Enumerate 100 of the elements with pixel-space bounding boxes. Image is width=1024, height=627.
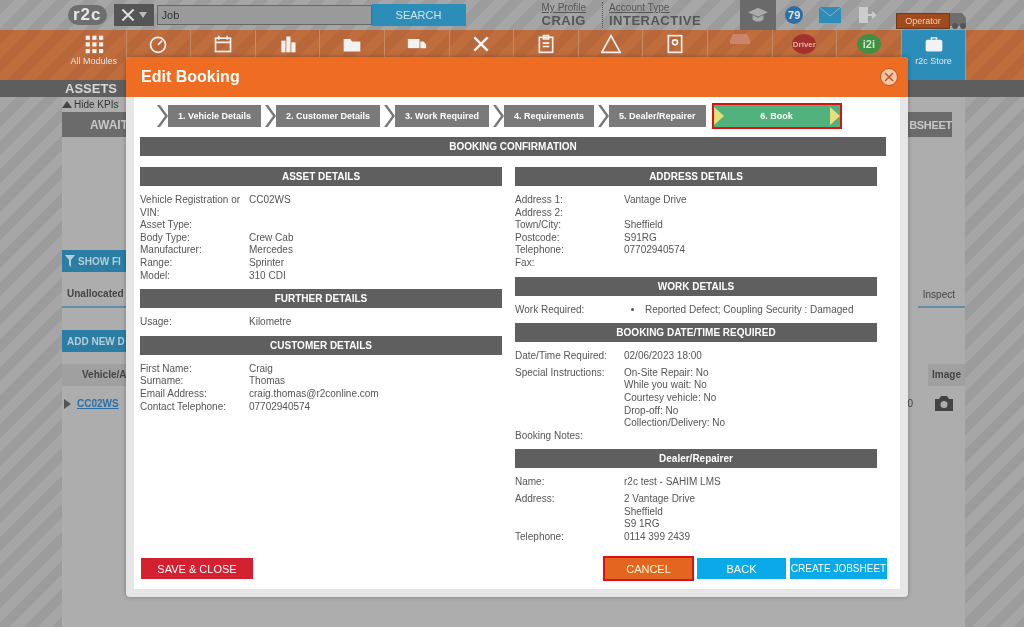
bullet-icon bbox=[631, 308, 634, 312]
logo[interactable]: r2c bbox=[68, 5, 107, 25]
triangle-icon bbox=[829, 107, 840, 125]
column-header: Vehicle/A bbox=[62, 364, 126, 386]
section-header: Dealer/Repairer bbox=[515, 449, 877, 469]
page-title: ASSETS bbox=[65, 81, 117, 96]
field-label: Name: bbox=[515, 476, 546, 489]
field-label: Fax: bbox=[515, 256, 536, 270]
grid-icon bbox=[83, 34, 104, 54]
profile-link[interactable]: My Profile bbox=[541, 2, 586, 13]
chevron-icon bbox=[597, 105, 609, 127]
section-header: WORK DETAILS bbox=[515, 276, 877, 296]
filter-icon bbox=[65, 255, 75, 267]
field-label: Address: bbox=[515, 492, 556, 506]
field-label: Date/Time Required: bbox=[515, 350, 608, 363]
field-value: 2 Vantage Drive bbox=[624, 492, 695, 506]
field-value: 07702940574 bbox=[249, 400, 311, 414]
section-header: FURTHER DETAILS bbox=[140, 289, 502, 309]
field-label: Postcode: bbox=[515, 231, 561, 245]
field-label: Body Type: bbox=[140, 231, 191, 245]
field-label: Asset Type: bbox=[140, 219, 194, 232]
step-tab[interactable]: 5. Dealer/Repairer bbox=[608, 105, 706, 127]
tab[interactable]: Inspect bbox=[917, 282, 965, 308]
camera-icon[interactable] bbox=[935, 396, 953, 411]
show-filters-button[interactable]: SHOW FI bbox=[62, 250, 126, 272]
field-label: Email Address: bbox=[140, 387, 208, 401]
field-value: On-Site Repair: No bbox=[624, 366, 710, 380]
field-value: CC02WS bbox=[249, 194, 291, 207]
field-label: Town/City: bbox=[515, 219, 563, 232]
field-value: Crew Cab bbox=[249, 231, 294, 245]
i2i-badge: i2i bbox=[856, 34, 881, 54]
step-tab[interactable]: 1. Vehicle Details bbox=[168, 105, 262, 127]
field-value: Collection/Delivery: No bbox=[624, 417, 726, 430]
section-header: ADDRESS DETAILS bbox=[515, 167, 877, 186]
tools-menu[interactable] bbox=[113, 4, 154, 26]
section-header: CUSTOMER DETAILS bbox=[140, 335, 502, 355]
triangle-icon bbox=[713, 107, 724, 125]
account-type: INTERACTIVE bbox=[609, 13, 702, 28]
step-tab[interactable]: 4. Requirements bbox=[503, 105, 594, 127]
field-value: Kilometre bbox=[249, 316, 292, 329]
briefcase-icon bbox=[923, 34, 944, 54]
field-label: Address 1: bbox=[515, 194, 564, 207]
show-filters-label[interactable]: SHOW FI bbox=[78, 255, 121, 267]
hide-kpis-link[interactable]: Hide KPIs bbox=[74, 99, 119, 110]
step-tab[interactable]: 6. Book bbox=[713, 105, 840, 127]
field-value: Reported Defect; Coupling Security : Damaged bbox=[645, 303, 854, 317]
step-tab[interactable]: 2. Customer Details bbox=[276, 105, 381, 127]
expand-icon[interactable] bbox=[64, 398, 71, 409]
field-value: Sprinter bbox=[249, 256, 284, 270]
notification-badge[interactable]: 79 bbox=[785, 6, 804, 24]
back-button[interactable]: BACK bbox=[697, 558, 786, 579]
field-value: Craig bbox=[249, 362, 273, 376]
field-value: Sheffield bbox=[624, 505, 664, 519]
field-value: S91RG bbox=[624, 231, 657, 245]
dialog-title: Edit Booking bbox=[141, 68, 240, 86]
field-label: Model: bbox=[140, 269, 171, 283]
field-label: Work Required: bbox=[515, 303, 586, 317]
create-jobsheet-button[interactable]: CREATE JOBSHEET bbox=[790, 558, 887, 579]
car-icon bbox=[729, 34, 750, 44]
caret-icon bbox=[138, 12, 147, 18]
tools-icon bbox=[120, 8, 135, 22]
module-label[interactable]: All Modules bbox=[70, 56, 118, 66]
field-value: S9 1RG bbox=[624, 518, 661, 531]
field-value: 07702940574 bbox=[624, 244, 686, 257]
step-label[interactable]: 6. Book bbox=[760, 111, 793, 121]
field-label: Telephone: bbox=[515, 244, 565, 257]
module-label[interactable]: r2c Store bbox=[915, 56, 952, 66]
gauge-icon bbox=[148, 34, 169, 54]
field-label: Special Instructions: bbox=[515, 366, 606, 380]
field-label: Manufacturer: bbox=[140, 244, 203, 257]
field-value: Drop-off: No bbox=[624, 404, 680, 418]
field-value: Courtesy vehicle: No bbox=[624, 391, 718, 405]
field-value: Mercedes bbox=[249, 244, 293, 257]
field-value: Thomas bbox=[249, 375, 286, 388]
account-type-link[interactable]: Account Type bbox=[609, 2, 702, 13]
field-value: Sheffield bbox=[624, 219, 663, 232]
field-label: First Name: bbox=[140, 362, 193, 376]
field-value: Vantage Drive bbox=[624, 194, 687, 207]
field-value: 02/06/2023 18:00 bbox=[624, 350, 702, 363]
driver-badge: Driver bbox=[792, 34, 817, 54]
graduation-cap-icon[interactable] bbox=[747, 6, 770, 24]
field-label: Address 2: bbox=[515, 206, 564, 220]
user-name: CRAIG bbox=[541, 13, 586, 28]
save-close-button[interactable]: SAVE & CLOSE bbox=[141, 558, 253, 579]
collapse-icon[interactable] bbox=[62, 101, 72, 108]
operator-label[interactable]: Operator bbox=[896, 13, 950, 29]
close-button[interactable] bbox=[880, 68, 898, 86]
search-button[interactable]: SEARCH bbox=[371, 4, 466, 26]
add-new-button[interactable]: ADD NEW D bbox=[62, 330, 126, 352]
step-tab[interactable]: 3. Work Required bbox=[395, 105, 489, 127]
field-label: Surname: bbox=[140, 375, 185, 388]
search-field[interactable]: Job bbox=[156, 5, 372, 25]
cancel-button[interactable]: CANCEL bbox=[605, 558, 692, 579]
section-header: BOOKING DATE/TIME REQUIRED bbox=[515, 323, 877, 343]
chevron-icon bbox=[157, 105, 168, 127]
vehicle-link[interactable]: CC02WS bbox=[77, 398, 119, 409]
section-header: BOOKING CONFIRMATION bbox=[140, 137, 886, 156]
field-label: Booking Notes: bbox=[515, 429, 584, 443]
field-label: Contact Telephone: bbox=[140, 400, 227, 414]
chevron-icon bbox=[265, 105, 277, 127]
